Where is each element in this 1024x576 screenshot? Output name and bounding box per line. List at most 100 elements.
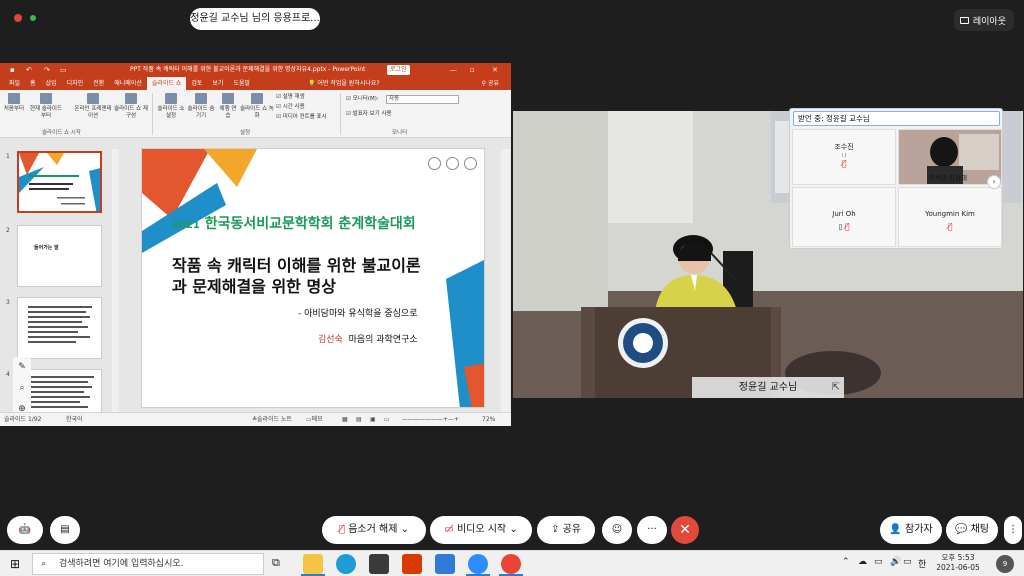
chevron-down-icon[interactable]: ⌄ xyxy=(509,524,517,535)
close-icon[interactable]: ✕ xyxy=(492,63,498,77)
slideshow-view-icon[interactable]: ▭ xyxy=(384,413,390,426)
maximize-icon[interactable]: ▫ xyxy=(470,63,475,77)
from-beginning-button[interactable]: 처음부터 xyxy=(2,93,26,113)
slideshow-icon xyxy=(8,93,20,104)
cloud-icon[interactable]: ☁ xyxy=(858,557,867,567)
reading-view-icon[interactable]: ▣ xyxy=(370,413,376,426)
notes-toggle[interactable]: ≜ 슬라이드 노트 xyxy=(252,413,292,426)
store-icon[interactable] xyxy=(369,554,389,574)
chat-button[interactable]: 💬 채팅 xyxy=(946,516,998,544)
decor-circle xyxy=(446,157,459,170)
more-options-button[interactable]: ⋮ xyxy=(1004,516,1022,544)
tab-slide-show[interactable]: 슬라이드 쇼 xyxy=(146,77,187,90)
chrome-icon[interactable] xyxy=(501,554,521,574)
record-show-button[interactable]: 슬라이드 쇼 녹화 xyxy=(240,93,274,120)
windows-start-icon[interactable]: ⊞ xyxy=(10,557,20,571)
speaker-name-bar: 정윤길 교수님 ⇱ xyxy=(692,377,844,398)
tab-help[interactable]: 도움말 xyxy=(228,77,255,90)
hide-slide-button[interactable]: 슬라이드 숨기기 xyxy=(187,93,215,120)
tell-me-search[interactable]: 💡 어떤 작업을 원하시나요? xyxy=(308,77,380,90)
layout-button[interactable]: 레이아웃 xyxy=(953,9,1014,31)
monitor-value: 자동 xyxy=(389,96,400,102)
taskbar-search-input[interactable]: ⌕ 검색하려면 여기에 입력하십시오. xyxy=(32,553,264,575)
zoom-app-icon[interactable] xyxy=(468,554,488,574)
start-presentation-icon[interactable]: ▭ xyxy=(60,63,67,77)
ppt-share-button[interactable]: ⚲ 공유 xyxy=(482,77,499,90)
taskbar-clock[interactable]: 오후 5:53 2021-06-05 xyxy=(932,553,984,573)
participants-button[interactable]: 👤 참가자 xyxy=(880,516,942,544)
notification-center-icon[interactable]: 9 xyxy=(996,555,1014,573)
tab-animations[interactable]: 애니메이션 xyxy=(109,77,147,90)
participant-tile[interactable]: Juri Oh ▯ 🎙̸ xyxy=(792,187,896,247)
media-controls-checkbox[interactable]: 미디어 컨트롤 표시 xyxy=(276,114,327,121)
edge-browser-icon[interactable] xyxy=(336,554,356,574)
tell-me-label: 어떤 작업을 원하시나요? xyxy=(317,80,380,87)
online-present-button[interactable]: 온라인 프레젠테이션 xyxy=(72,93,114,120)
participant-tile[interactable]: 조수진 나 🎙̸ xyxy=(792,129,896,185)
slide-thumbnail-pane: 1 2 들어가는 말 3 4 ✎ ⌕ ⊕ ⊖ xyxy=(0,149,120,426)
tab-transitions[interactable]: 전환 xyxy=(88,77,109,90)
network-icon[interactable]: ▭ xyxy=(874,557,883,567)
mic-muted-icon: 🎙̸ xyxy=(841,159,847,168)
group-monitors-label: 모니터 xyxy=(392,130,408,136)
ppt-login-button[interactable]: 로그인 xyxy=(387,65,410,75)
close-window-icon[interactable] xyxy=(14,14,22,22)
sorter-view-icon[interactable]: ▤ xyxy=(356,413,362,426)
captions-button[interactable]: ▤ xyxy=(50,516,80,544)
thumbnail-scrollbar[interactable] xyxy=(112,149,119,412)
slide-thumbnail-2[interactable]: 들어가는 말 xyxy=(17,225,102,287)
tab-review[interactable]: 검토 xyxy=(186,77,207,90)
current-slide: 2021 한국동서비교문학학회 춘계학술대회 작품 속 캐릭터 이해를 위한 불… xyxy=(141,148,485,408)
file-explorer-icon[interactable] xyxy=(303,554,323,574)
pin-video-icon[interactable]: ⇱ xyxy=(832,377,840,398)
start-video-button[interactable]: ▭̸ 비디오 시작 ⌄ xyxy=(430,516,532,544)
unmute-button[interactable]: 🎙̸ 음소거 해제 ⌄ xyxy=(322,516,426,544)
comments-toggle[interactable]: ▭ 메모 xyxy=(306,413,323,426)
shared-screen-title[interactable]: 정윤길 교수님 님의 응용프로... xyxy=(190,8,320,30)
mail-icon[interactable] xyxy=(435,554,455,574)
leave-meeting-button[interactable]: ✕ xyxy=(671,516,699,544)
from-current-button[interactable]: 현재 슬라이드부터 xyxy=(28,93,64,120)
pointer-icon[interactable]: ⌕ xyxy=(13,378,31,399)
play-narration-checkbox[interactable]: 설명 재생 xyxy=(276,94,305,101)
presenter-view-checkbox[interactable]: 발표자 보기 사용 xyxy=(346,111,392,118)
volume-icon[interactable]: 🔊 xyxy=(890,557,901,567)
tab-view[interactable]: 보기 xyxy=(207,77,228,90)
slide-talk-title: 작품 속 캐릭터 이해를 위한 불교이론 과 문제해결을 위한 명상 xyxy=(172,256,421,296)
normal-view-icon[interactable]: ▦ xyxy=(342,413,348,426)
monitor-select[interactable]: 자동 xyxy=(386,95,459,104)
chevron-down-icon[interactable]: ⌄ xyxy=(401,524,409,535)
tab-design[interactable]: 디자인 xyxy=(62,77,89,90)
slide-year: 2021 xyxy=(172,220,200,231)
participant-tile[interactable]: 이석광 김상태 xyxy=(898,129,1002,185)
undo-icon[interactable]: ↶ xyxy=(26,63,32,77)
share-button[interactable]: ⇪ 공유 xyxy=(537,516,595,544)
show-hidden-icons-icon[interactable]: ⌃ xyxy=(842,557,850,567)
rehearse-button[interactable]: 예행 연습 xyxy=(218,93,238,120)
avatar-button[interactable]: 🤖 xyxy=(7,516,43,544)
ime-indicator[interactable]: 한 xyxy=(918,557,926,570)
reactions-button[interactable]: ☺ xyxy=(602,516,632,544)
tab-insert[interactable]: 삽입 xyxy=(41,77,62,90)
slide-scrollbar[interactable] xyxy=(501,149,510,412)
setup-show-button[interactable]: 슬라이드 쇼 설정 xyxy=(156,93,186,120)
save-icon[interactable]: ▪ xyxy=(10,63,15,77)
battery-icon[interactable]: ▭ xyxy=(903,557,912,567)
next-page-arrow-icon[interactable]: › xyxy=(987,175,1001,189)
office-icon[interactable] xyxy=(402,554,422,574)
slide-thumbnail-3[interactable] xyxy=(17,297,102,359)
use-timings-checkbox[interactable]: 시간 사용 xyxy=(276,104,305,111)
custom-show-button[interactable]: 슬라이드 쇼 재구성 xyxy=(114,93,148,120)
zoom-level[interactable]: 72% xyxy=(482,413,495,426)
task-view-icon[interactable]: ⧉ xyxy=(272,556,280,570)
close-icon: ✕ xyxy=(679,522,691,538)
tab-home[interactable]: 홈 xyxy=(25,77,41,90)
zoom-slider[interactable]: −——————+—+ xyxy=(402,413,459,426)
redo-icon[interactable]: ↷ xyxy=(44,63,50,77)
slide-thumbnail-1[interactable] xyxy=(17,151,102,213)
tab-file[interactable]: 파일 xyxy=(4,77,25,90)
pen-icon[interactable]: ✎ xyxy=(13,357,31,378)
minimize-icon[interactable]: — xyxy=(450,63,457,77)
more-button[interactable]: ··· xyxy=(637,516,667,544)
participant-tile[interactable]: Youngmin Kim 🎙̸ xyxy=(898,187,1002,247)
